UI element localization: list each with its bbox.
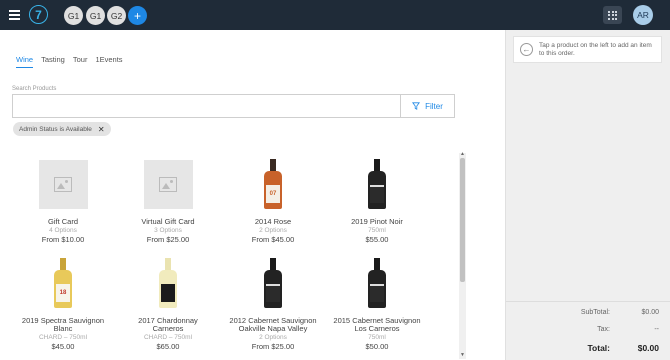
bottle-label: 18 bbox=[56, 284, 70, 302]
product-options: 3 Options bbox=[154, 227, 182, 234]
filter-chip-label: Admin Status is Available bbox=[19, 125, 92, 133]
product-price: $55.00 bbox=[365, 235, 389, 244]
product-card[interactable]: 07 2014 Rose 2 Options From $45.00 bbox=[227, 159, 319, 244]
product-price: From $10.00 bbox=[41, 235, 85, 244]
close-icon[interactable]: ✕ bbox=[98, 125, 105, 134]
tax-value: -- bbox=[654, 326, 659, 333]
app-logo: 7 bbox=[29, 5, 48, 24]
apps-grid-button[interactable] bbox=[603, 6, 622, 24]
tax-label: Tax: bbox=[597, 326, 610, 333]
top-bar: 7 G1 G1 G2 + AR bbox=[0, 0, 670, 30]
add-guest-button[interactable]: + bbox=[128, 6, 147, 25]
product-card[interactable]: 2019 Pinot Noir 750ml $55.00 bbox=[331, 159, 423, 244]
product-panel: Wine Tasting Tour 1Events Search Product… bbox=[0, 30, 505, 360]
product-options: 750ml bbox=[368, 227, 386, 234]
product-options: 750ml bbox=[368, 334, 386, 341]
product-options: CHARD – 750ml bbox=[143, 334, 193, 341]
product-card[interactable]: 2017 Chardonnay Carneros CHARD – 750ml $… bbox=[122, 258, 214, 351]
scroll-up-icon[interactable]: ▲ bbox=[460, 151, 465, 157]
pinot-noir-bottle-image bbox=[366, 159, 388, 209]
product-name: 2014 Rose bbox=[254, 217, 292, 226]
sauvignon-blanc-bottle-image: 18 bbox=[52, 258, 74, 308]
chardonnay-bottle-image bbox=[157, 258, 179, 308]
product-card[interactable]: 18 2019 Spectra Sauvignon Blanc CHARD – … bbox=[17, 258, 109, 351]
image-placeholder-icon bbox=[38, 159, 88, 209]
product-card[interactable]: 2012 Cabernet Sauvignon Oakville Napa Va… bbox=[227, 258, 319, 351]
total-row: Total: $0.00 bbox=[550, 343, 659, 353]
category-tabs: Wine Tasting Tour 1Events bbox=[16, 55, 123, 68]
tab-tasting[interactable]: Tasting bbox=[41, 55, 65, 68]
guest-avatar-g2[interactable]: G2 bbox=[107, 6, 126, 25]
scroll-down-icon[interactable]: ▼ bbox=[460, 352, 465, 358]
product-options: CHARD – 750ml bbox=[38, 334, 88, 341]
product-options: 4 Options bbox=[49, 227, 77, 234]
cabernet-oakville-bottle-image bbox=[262, 258, 284, 308]
order-hint: ← Tap a product on the left to add an it… bbox=[513, 36, 662, 63]
product-price: From $45.00 bbox=[251, 235, 295, 244]
total-value: $0.00 bbox=[637, 343, 659, 353]
search-input[interactable] bbox=[12, 94, 401, 118]
product-name: 2019 Pinot Noir bbox=[351, 217, 403, 226]
product-price: From $25.00 bbox=[251, 342, 295, 351]
guest-avatar-g1-second[interactable]: G1 bbox=[86, 6, 105, 25]
product-card[interactable]: Gift Card 4 Options From $10.00 bbox=[17, 159, 109, 244]
order-totals: SubTotal: $0.00 Tax: -- Total: $0.00 bbox=[506, 301, 670, 353]
tab-tour[interactable]: Tour bbox=[73, 55, 88, 68]
product-price: $65.00 bbox=[156, 342, 180, 351]
tax-row: Tax: -- bbox=[550, 326, 659, 333]
product-price: From $25.00 bbox=[146, 235, 190, 244]
product-name: Gift Card bbox=[47, 217, 78, 226]
product-name: 2017 Chardonnay Carneros bbox=[138, 316, 198, 333]
menu-icon[interactable] bbox=[9, 10, 20, 20]
image-placeholder-icon bbox=[143, 159, 193, 209]
product-card[interactable]: Virtual Gift Card 3 Options From $25.00 bbox=[122, 159, 214, 244]
filter-icon bbox=[412, 102, 421, 110]
product-options: 2 Options bbox=[259, 334, 287, 341]
grid-icon bbox=[608, 10, 617, 20]
product-name: 2019 Spectra Sauvignon Blanc bbox=[21, 316, 105, 333]
product-options: 2 Options bbox=[259, 227, 287, 234]
tab-events[interactable]: 1Events bbox=[95, 55, 122, 68]
order-panel: ← Tap a product on the left to add an it… bbox=[505, 30, 670, 360]
order-hint-text: Tap a product on the left to add an item… bbox=[539, 41, 652, 57]
product-name: 2015 Cabernet Sauvignon Los Carneros bbox=[333, 316, 421, 333]
subtotal-label: SubTotal: bbox=[580, 309, 610, 316]
tab-wine[interactable]: Wine bbox=[16, 55, 34, 68]
search-label: Search Products bbox=[12, 86, 57, 92]
guest-avatar-g1[interactable]: G1 bbox=[64, 6, 83, 25]
cabernet-carneros-bottle-image bbox=[366, 258, 388, 308]
user-avatar[interactable]: AR bbox=[633, 5, 653, 25]
subtotal-value: $0.00 bbox=[641, 309, 659, 316]
product-price: $45.00 bbox=[51, 342, 75, 351]
product-scrollbar-thumb[interactable] bbox=[460, 158, 465, 282]
product-price: $50.00 bbox=[365, 342, 389, 351]
arrow-left-icon: ← bbox=[520, 43, 533, 56]
product-card[interactable]: 2015 Cabernet Sauvignon Los Carneros 750… bbox=[331, 258, 423, 351]
bottle-label: 07 bbox=[266, 185, 280, 203]
filter-chip: Admin Status is Available ✕ bbox=[13, 122, 111, 136]
product-name: 2012 Cabernet Sauvignon Oakville Napa Va… bbox=[229, 316, 317, 333]
filter-label: Filter bbox=[425, 101, 443, 111]
product-name: Virtual Gift Card bbox=[141, 217, 195, 226]
total-label: Total: bbox=[587, 343, 610, 353]
subtotal-row: SubTotal: $0.00 bbox=[550, 309, 659, 316]
filter-button[interactable]: Filter bbox=[400, 94, 455, 118]
rose-bottle-image: 07 bbox=[262, 159, 284, 209]
